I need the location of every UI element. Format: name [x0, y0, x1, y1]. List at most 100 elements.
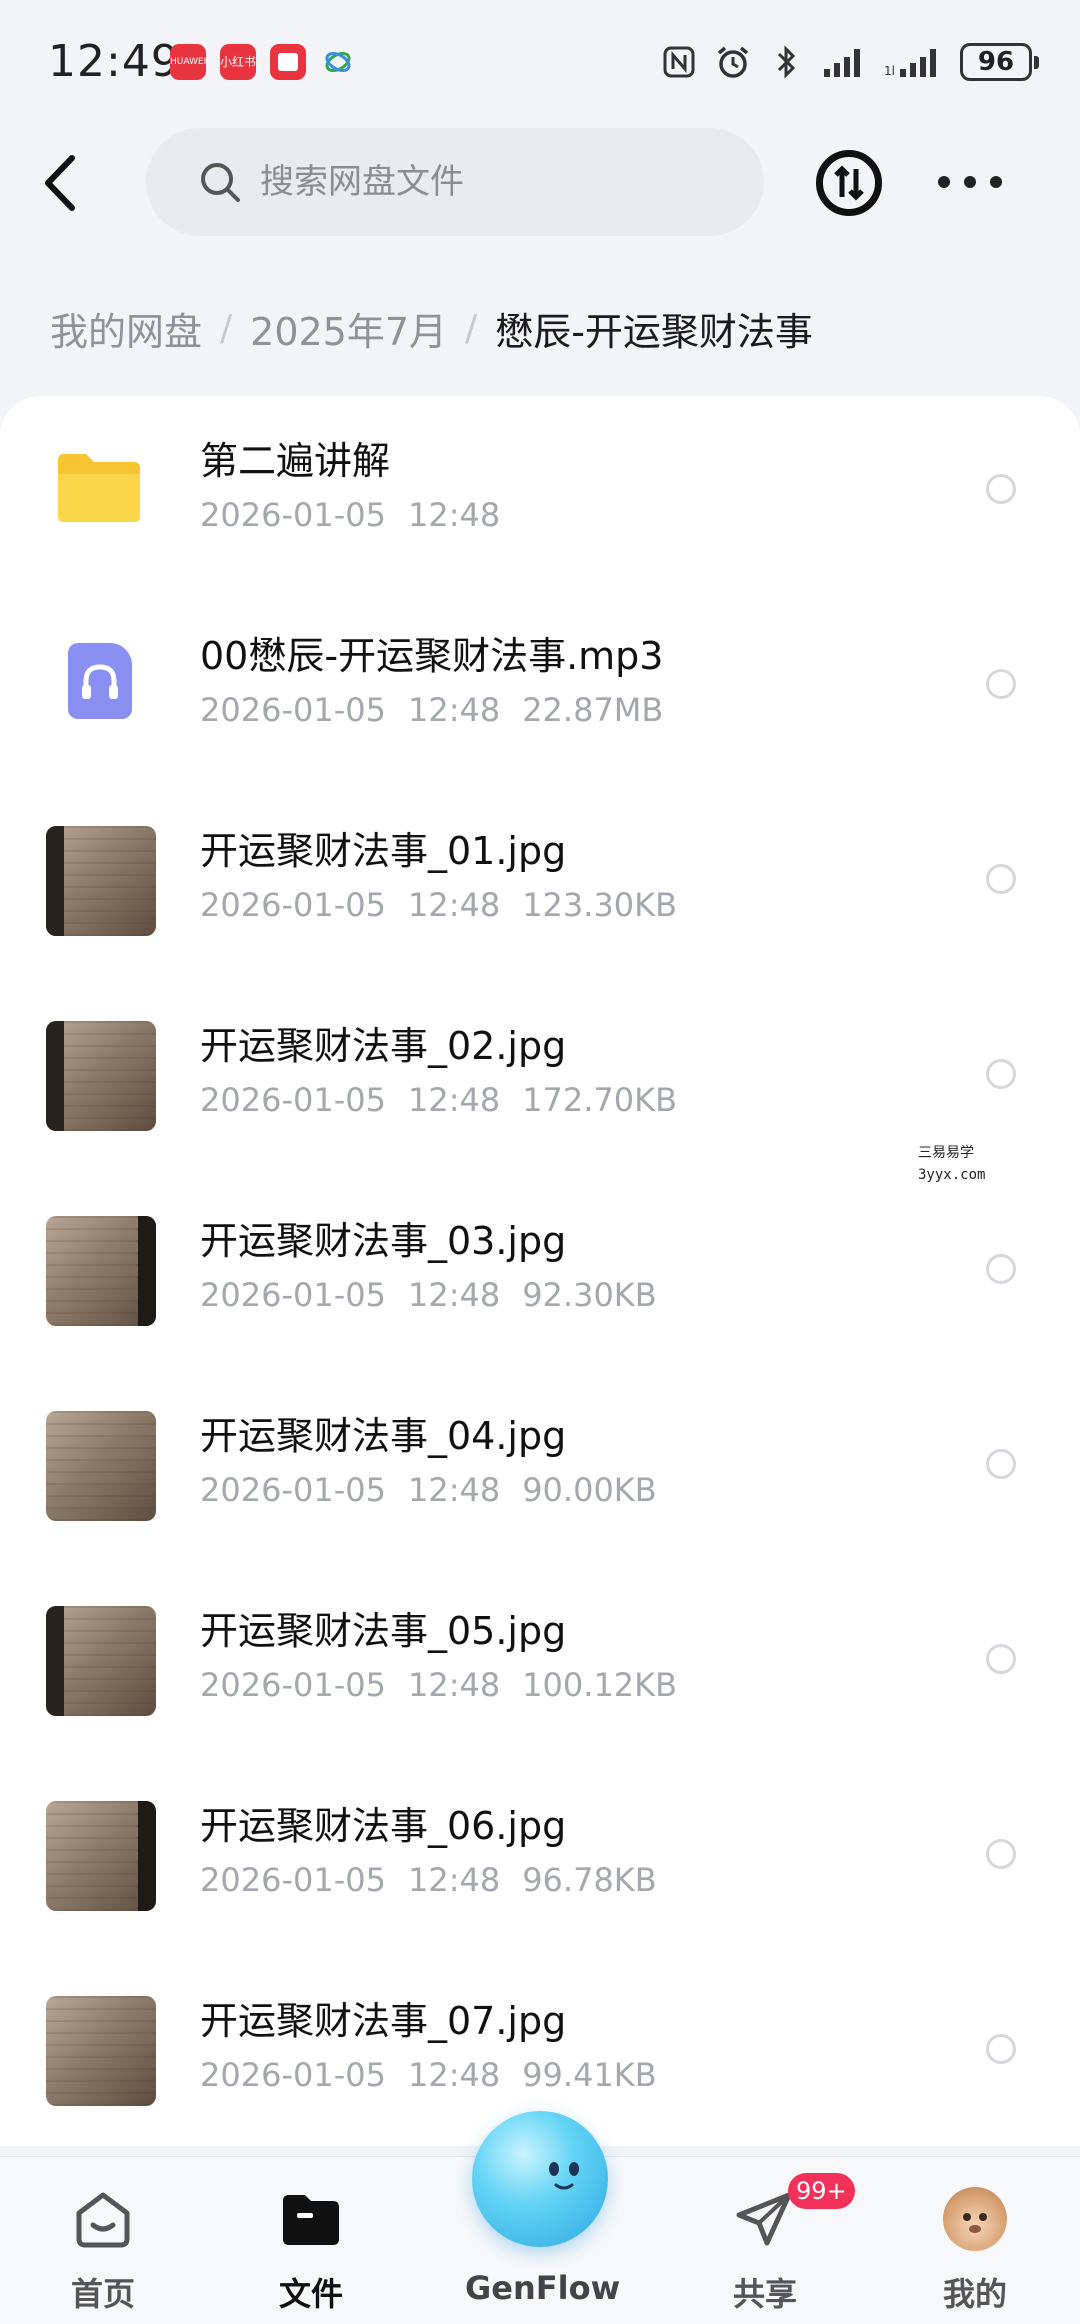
paper-plane-icon	[733, 2187, 797, 2251]
nav-home[interactable]: 首页	[28, 2157, 178, 2324]
breadcrumb-item-month[interactable]: 2025年7月	[250, 301, 447, 356]
file-meta: 2026-01-05 12:48 92.30KB	[200, 1276, 679, 1314]
file-size: 92.30KB	[522, 1276, 657, 1314]
signal-1-icon	[822, 43, 868, 81]
alarm-icon	[714, 43, 752, 81]
dot	[964, 176, 976, 188]
file-date: 2026-01-05	[200, 496, 386, 534]
battery-indicator: 96	[960, 43, 1039, 81]
search-icon	[198, 160, 242, 204]
status-icons: 1l 96	[660, 40, 1039, 84]
file-name: 开运聚财法事_03.jpg	[200, 1219, 567, 1263]
nav-label: 文件	[278, 2275, 343, 2313]
nav-label: 共享	[732, 2275, 797, 2313]
file-time: 12:48	[407, 886, 501, 924]
back-button[interactable]	[38, 150, 88, 216]
xiaohongshu-app-icon: 小红书	[220, 44, 256, 80]
breadcrumb-separator: /	[220, 307, 233, 349]
image-thumbnail	[46, 1801, 156, 1911]
nav-label: GenFlow	[465, 2269, 621, 2307]
list-item[interactable]: 开运聚财法事_05.jpg 2026-01-05 12:48 100.12KB	[0, 1566, 1080, 1761]
list-item[interactable]: 00懋辰-开运聚财法事.mp3 2026-01-05 12:48 22.87MB	[0, 591, 1080, 786]
folder-icon	[58, 452, 140, 522]
list-item[interactable]: 第二遍讲解 2026-01-05 12:48	[0, 396, 1080, 591]
notes-app-icon	[270, 44, 306, 80]
file-size: 99.41KB	[522, 2056, 657, 2094]
more-options-button[interactable]	[938, 160, 1002, 204]
file-time: 12:48	[407, 1666, 501, 1704]
file-name: 开运聚财法事_02.jpg	[200, 1024, 567, 1068]
select-radio[interactable]	[986, 864, 1016, 894]
file-list: 第二遍讲解 2026-01-05 12:48 00懋辰-开运聚财法事.mp3 20…	[0, 396, 1080, 2146]
file-date: 2026-01-05	[200, 1861, 386, 1899]
search-input[interactable]	[260, 128, 740, 236]
file-name: 开运聚财法事_06.jpg	[200, 1804, 567, 1848]
dot	[990, 176, 1002, 188]
nfc-icon	[660, 43, 698, 81]
select-radio[interactable]	[986, 1449, 1016, 1479]
select-radio[interactable]	[986, 2034, 1016, 2064]
file-size: 172.70KB	[522, 1081, 678, 1119]
file-size: 90.00KB	[522, 1471, 657, 1509]
file-date: 2026-01-05	[200, 1081, 386, 1119]
file-name: 开运聚财法事_07.jpg	[200, 1999, 567, 2043]
file-time: 12:48	[407, 1081, 501, 1119]
files-icon	[279, 2187, 343, 2251]
breadcrumb-separator: /	[465, 307, 478, 349]
file-meta: 2026-01-05 12:48 123.30KB	[200, 886, 699, 924]
list-item[interactable]: 开运聚财法事_04.jpg 2026-01-05 12:48 90.00KB	[0, 1371, 1080, 1566]
file-date: 2026-01-05	[200, 691, 386, 729]
file-time: 12:48	[407, 496, 501, 534]
file-date: 2026-01-05	[200, 1666, 386, 1704]
file-meta: 2026-01-05 12:48 172.70KB	[200, 1081, 699, 1119]
file-meta: 2026-01-05 12:48 99.41KB	[200, 2056, 679, 2094]
status-bar: 12:49 HUAWEI 小红书 1l 96	[0, 0, 1080, 120]
file-meta: 2026-01-05 12:48 90.00KB	[200, 1471, 679, 1509]
file-meta: 2026-01-05 12:48 100.12KB	[200, 1666, 699, 1704]
file-date: 2026-01-05	[200, 886, 386, 924]
file-meta: 2026-01-05 12:48 96.78KB	[200, 1861, 679, 1899]
status-time: 12:49	[48, 36, 180, 87]
notification-badge: 99+	[788, 2173, 855, 2209]
file-time: 12:48	[407, 1276, 501, 1314]
genflow-assistant-icon[interactable]	[472, 2111, 608, 2247]
nav-me[interactable]: 我的	[900, 2157, 1050, 2324]
image-thumbnail	[46, 1606, 156, 1716]
select-radio[interactable]	[986, 1059, 1016, 1089]
chevron-left-icon	[45, 155, 75, 211]
select-radio[interactable]	[986, 474, 1016, 504]
file-name: 开运聚财法事_05.jpg	[200, 1609, 567, 1653]
file-size: 96.78KB	[522, 1861, 657, 1899]
list-item[interactable]: 开运聚财法事_01.jpg 2026-01-05 12:48 123.30KB	[0, 786, 1080, 981]
avatar	[943, 2187, 1007, 2251]
signal-2-icon: 1l	[884, 43, 944, 81]
dot	[938, 176, 950, 188]
file-size: 123.30KB	[522, 886, 678, 924]
image-thumbnail	[46, 1216, 156, 1326]
file-time: 12:48	[407, 1471, 501, 1509]
image-thumbnail	[46, 1021, 156, 1131]
list-item[interactable]: 开运聚财法事_03.jpg 2026-01-05 12:48 92.30KB	[0, 1176, 1080, 1371]
select-radio[interactable]	[986, 1644, 1016, 1674]
nav-label: 我的	[942, 2275, 1007, 2313]
list-item[interactable]: 开运聚财法事_06.jpg 2026-01-05 12:48 96.78KB	[0, 1761, 1080, 1956]
file-time: 12:48	[407, 2056, 501, 2094]
file-time: 12:48	[407, 1861, 501, 1899]
image-thumbnail	[46, 1411, 156, 1521]
watermark-line: 三易易学	[918, 1145, 974, 1161]
transfer-arrows-icon	[834, 165, 864, 201]
search-bar[interactable]	[146, 128, 764, 236]
svg-text:1l: 1l	[884, 64, 895, 78]
file-name: 第二遍讲解	[200, 439, 391, 483]
select-radio[interactable]	[986, 669, 1016, 699]
watermark: 三易易学 3yyx.com	[918, 1142, 985, 1186]
breadcrumb-item-root[interactable]: 我的网盘	[50, 301, 202, 356]
file-size: 22.87MB	[522, 691, 664, 729]
transfer-button[interactable]	[816, 150, 882, 216]
select-radio[interactable]	[986, 1839, 1016, 1869]
select-radio[interactable]	[986, 1254, 1016, 1284]
file-name: 开运聚财法事_01.jpg	[200, 829, 567, 873]
nav-label: 首页	[70, 2275, 135, 2313]
home-icon	[71, 2187, 135, 2251]
nav-files[interactable]: 文件	[236, 2157, 386, 2324]
